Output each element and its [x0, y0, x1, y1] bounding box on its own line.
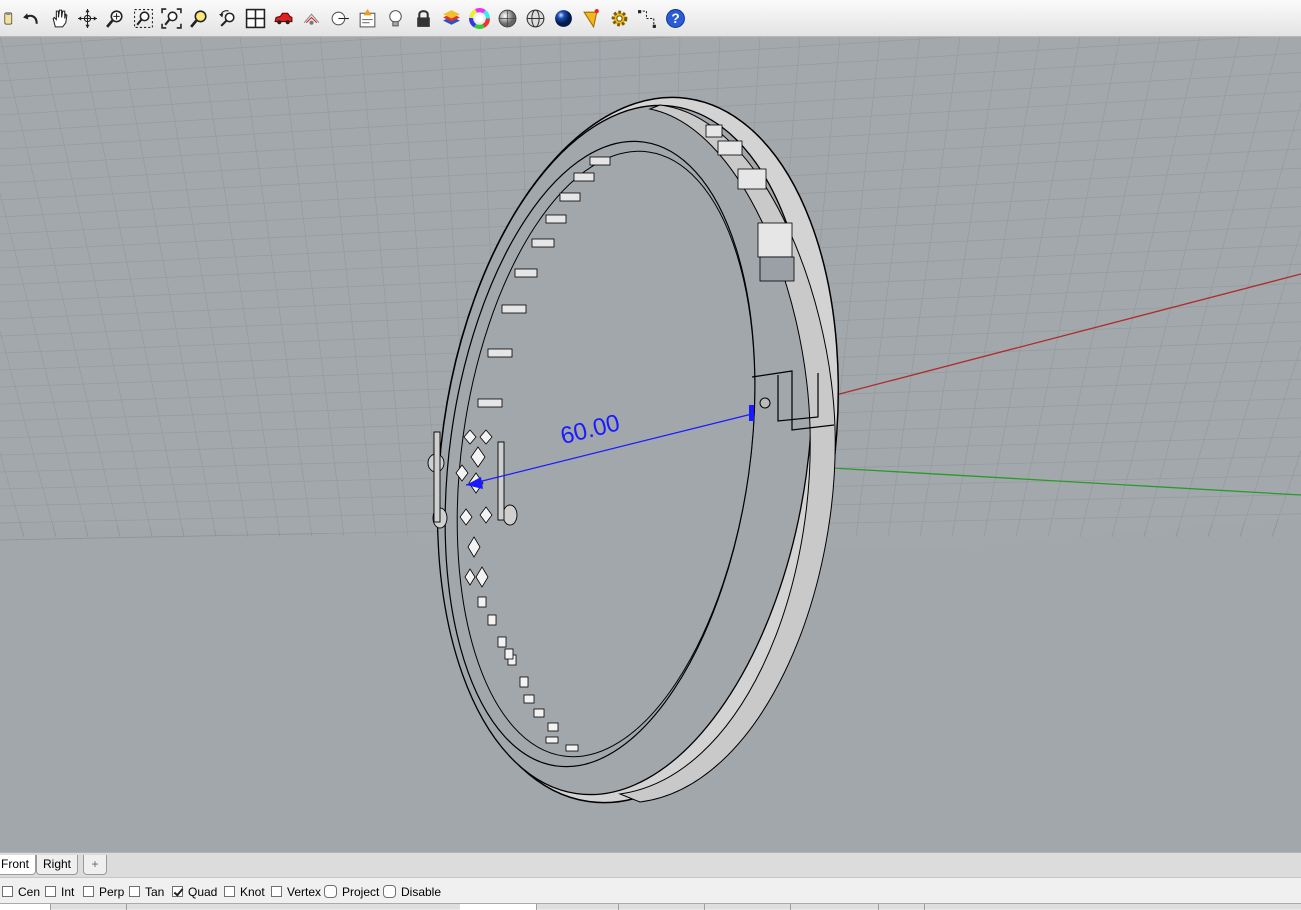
undo-icon[interactable] [19, 6, 44, 31]
osnap-disable-checkbox[interactable] [383, 885, 396, 898]
status-bar [0, 903, 1301, 910]
tab-front-label: Front [1, 857, 30, 871]
svg-text:?: ? [671, 11, 679, 26]
layer-icon[interactable] [439, 6, 464, 31]
help-icon[interactable]: ? [663, 6, 688, 31]
osnap-tan-label: Tan [145, 884, 165, 899]
light-bulb-icon[interactable] [383, 6, 408, 31]
osnap-project-checkbox[interactable] [324, 885, 337, 898]
add-tab-icon[interactable]: + [83, 855, 107, 875]
status-cell [618, 904, 705, 910]
osnap-int-checkbox[interactable] [45, 886, 56, 897]
four-viewports-icon[interactable] [243, 6, 268, 31]
osnap-perp-label: Perp [99, 884, 125, 899]
status-cell [0, 904, 51, 910]
wireframe-sphere-icon[interactable] [523, 6, 548, 31]
viewport-scene: 60.00 [0, 37, 1301, 804]
main-toolbar: ? [0, 0, 1301, 37]
osnap-perp-checkbox[interactable] [83, 886, 94, 897]
status-cell [790, 904, 879, 910]
rendered-sphere-icon[interactable] [551, 6, 576, 31]
osnap-knot-checkbox[interactable] [224, 886, 235, 897]
status-cell [126, 904, 461, 910]
osnap-quad-label: Quad [188, 884, 218, 899]
osnap-vertex-label: Vertex [287, 884, 322, 899]
status-cell [878, 904, 925, 910]
color-wheel-icon[interactable] [467, 6, 492, 31]
zoom-window-icon[interactable] [131, 6, 156, 31]
osnap-bar: Cen Int Perp Tan Quad Knot Vertex Projec… [0, 877, 1301, 903]
osnap-cen-label: Cen [18, 884, 41, 899]
status-cell [536, 904, 619, 910]
osnap-tan[interactable]: Tan [129, 884, 164, 899]
osnap-vertex-checkbox[interactable] [271, 886, 282, 897]
grid-snap-icon[interactable] [635, 6, 660, 31]
tab-right-label: Right [43, 857, 72, 871]
tab-right[interactable]: Right [36, 855, 79, 875]
select-filter-icon[interactable] [299, 6, 324, 31]
osnap-cen-checkbox[interactable] [2, 886, 13, 897]
analysis-icon[interactable] [579, 6, 604, 31]
osnap-quad[interactable]: Quad [172, 884, 217, 899]
zoom-selected-icon[interactable] [187, 6, 212, 31]
osnap-tan-checkbox[interactable] [129, 886, 140, 897]
car-icon[interactable] [271, 6, 296, 31]
save-icon[interactable] [2, 6, 16, 31]
osnap-disable-label: Disable [401, 884, 442, 899]
undo-view-change-icon[interactable] [215, 6, 240, 31]
status-cell [50, 904, 127, 910]
osnap-int[interactable]: Int [45, 884, 74, 899]
status-cell [460, 904, 537, 910]
zoom-extents-icon[interactable] [159, 6, 184, 31]
zoom-dynamic-icon[interactable] [103, 6, 128, 31]
osnap-int-label: Int [61, 884, 75, 899]
osnap-vertex[interactable]: Vertex [271, 884, 321, 899]
options-gear-icon[interactable] [607, 6, 632, 31]
osnap-project[interactable]: Project [324, 884, 379, 899]
osnap-knot-label: Knot [240, 884, 265, 899]
osnap-disable[interactable]: Disable [383, 884, 441, 899]
rotate-view-icon[interactable] [75, 6, 100, 31]
pan-hand-icon[interactable] [47, 6, 72, 31]
osnap-cen[interactable]: Cen [2, 884, 40, 899]
viewport-tab-strip: Front Right + [0, 852, 1301, 877]
object-properties-icon[interactable] [355, 6, 380, 31]
perspective-viewport[interactable]: 60.00 [0, 37, 1301, 852]
lock-icon[interactable] [411, 6, 436, 31]
distance-icon[interactable] [327, 6, 352, 31]
shaded-sphere-icon[interactable] [495, 6, 520, 31]
osnap-knot[interactable]: Knot [224, 884, 265, 899]
status-cell [704, 904, 791, 910]
tab-front[interactable]: Front [0, 855, 37, 875]
osnap-quad-checkbox[interactable] [172, 886, 183, 897]
osnap-perp[interactable]: Perp [83, 884, 124, 899]
osnap-project-label: Project [342, 884, 380, 899]
